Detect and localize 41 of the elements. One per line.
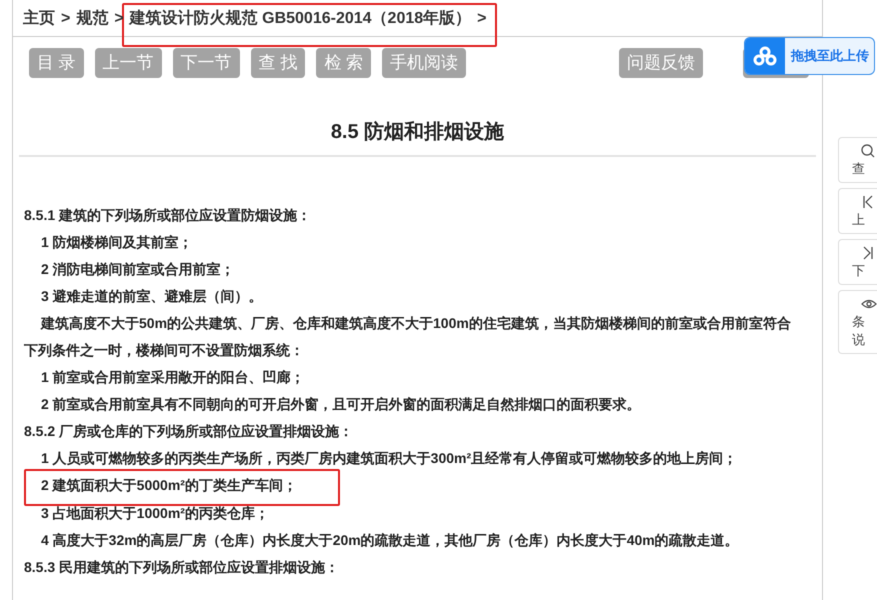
breadcrumb-separator: >	[477, 9, 486, 29]
side-tab[interactable]: 下	[838, 239, 877, 285]
clause-heading: 8.5.1 建筑的下列场所或部位应设置防烟设施：	[24, 207, 312, 223]
side-tab-label: 查	[852, 160, 866, 178]
toolbar-button[interactable]: 目 录	[29, 48, 84, 78]
clause-heading: 8.5.2 厂房或仓库的下列场所或部位应设置排烟设施：	[24, 423, 354, 439]
list-item: 2 建筑面积大于5000m²的丁类生产车间；	[41, 477, 297, 493]
next-icon	[861, 246, 875, 260]
side-tab-label: 上	[852, 211, 866, 229]
list-item: 1 前室或合用前室采用敞开的阳台、凹廊；	[41, 369, 305, 385]
toolbar-button[interactable]: 下一节	[172, 48, 240, 78]
side-tab-label: 条 说	[852, 313, 866, 349]
search-icon	[861, 144, 875, 158]
clause-heading: 8.5.3 民用建筑的下列场所或部位应设置排烟设施：	[24, 559, 340, 575]
breadcrumb-link[interactable]: 规范	[76, 7, 108, 31]
toolbar-button[interactable]: 查 找	[250, 48, 306, 78]
eye-icon	[861, 297, 877, 311]
list-item: 2 消防电梯间前室或合用前室；	[41, 261, 235, 277]
paragraph: 建筑高度不大于50m的公共建筑、厂房、仓库和建筑高度不大于100m的住宅建筑，当其防烟楼梯间的前室或合用前室符合下列条件之一时，楼梯间可不设置防烟系统：	[24, 315, 791, 358]
toolbar-button[interactable]: 上一节	[94, 48, 162, 78]
list-item: 1 防烟楼梯间及其前室；	[41, 234, 193, 250]
toolbar-button[interactable]: 手机阅读	[382, 48, 466, 78]
list-item: 4 高度大于32m的高层厂房（仓库）内长度大于20m的疏散走道，其他厂房（仓库）内长度大于40m的疏散走道。	[41, 532, 739, 548]
section-title: 8.5 防烟和排烟设施	[19, 117, 816, 157]
list-item: 2 前室或合用前室具有不同朝向的可开启外窗，且可开启外窗的面积满足自然排烟口的面积要求。	[41, 396, 641, 412]
side-tab[interactable]: 上	[838, 188, 877, 234]
list-item: 1 人员或可燃物较多的丙类生产场所，丙类厂房内建筑面积大于300m²且经常有人停留或可燃物较多的地上房间；	[41, 450, 738, 466]
side-tab[interactable]: 查	[838, 137, 877, 183]
list-item: 3 避难走道的前室、避难层（间）。	[41, 288, 263, 304]
side-tab[interactable]: 条 说	[838, 290, 877, 354]
upload-label: 拖拽至此上传	[791, 47, 869, 66]
side-tab-label: 下	[852, 262, 866, 280]
cloud-icon	[753, 46, 777, 66]
list-item: 3 占地面积大于1000m²的丙类仓库；	[41, 505, 269, 521]
breadcrumb-separator: >	[61, 9, 70, 29]
toolbar-button[interactable]: 检 索	[316, 48, 372, 78]
breadcrumb-link[interactable]: 建筑设计防火规范 GB50016-2014（2018年版）	[130, 7, 472, 31]
previous-icon	[861, 195, 875, 209]
upload-toast[interactable]: 拖拽至此上传	[744, 37, 875, 75]
feedback-button[interactable]: 问题反馈	[619, 48, 704, 78]
breadcrumb-link[interactable]: 主页	[23, 7, 55, 31]
